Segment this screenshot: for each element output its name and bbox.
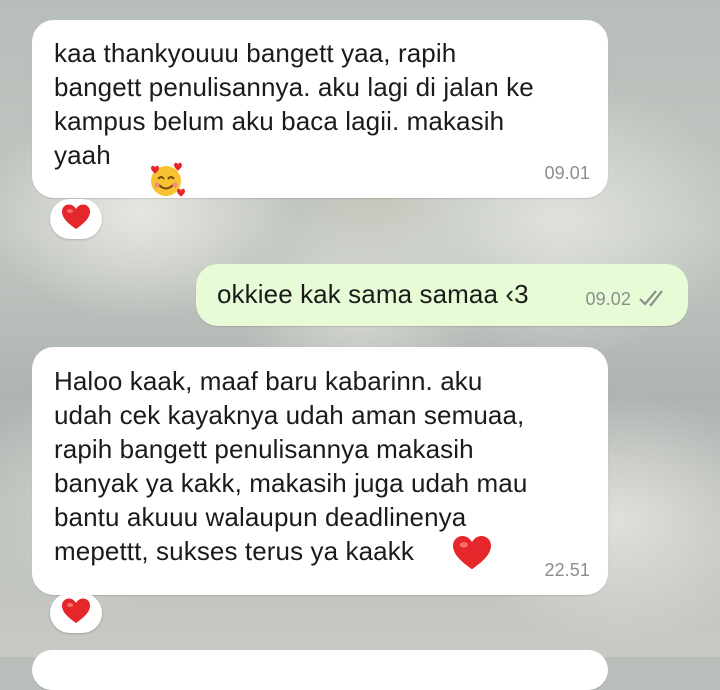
message-bubble-incoming-partial[interactable] [32, 650, 608, 690]
reaction-badge[interactable] [50, 199, 102, 239]
reaction-badge[interactable] [50, 593, 102, 633]
message-bubble-incoming[interactable]: Haloo kaak, maaf baru kabarinn. aku udah… [32, 347, 608, 595]
message-bubble-incoming[interactable]: kaa thankyouuu bangett yaa, rapih banget… [32, 20, 608, 198]
message-timestamp: 09.01 [544, 163, 590, 183]
message-text: kaa thankyouuu bangett yaa, rapih banget… [54, 38, 534, 170]
heart-icon [61, 203, 91, 236]
message-text: Haloo kaak, maaf baru kabarinn. aku udah… [54, 366, 528, 566]
heart-icon [61, 597, 91, 630]
message-timestamp: 22.51 [544, 560, 590, 580]
double-check-icon [638, 281, 670, 315]
smiling-face-with-hearts-icon [146, 160, 186, 208]
message-timestamp: 09.02 [585, 289, 631, 309]
red-heart-icon [451, 534, 493, 580]
message-bubble-outgoing[interactable]: okkiee kak sama samaa ‹3 09.02 [196, 264, 688, 326]
